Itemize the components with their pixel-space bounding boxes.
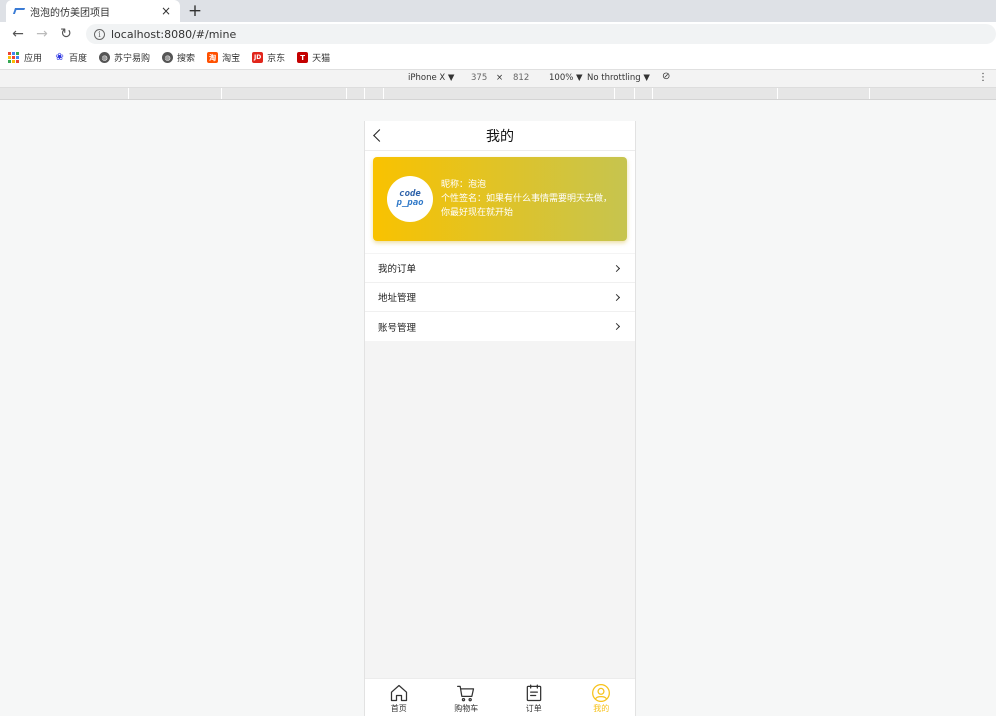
tab-label: 我的 bbox=[593, 704, 610, 713]
tab-label: 订单 bbox=[525, 704, 542, 713]
tab-cart[interactable]: 购物车 bbox=[433, 679, 501, 716]
tab-orders[interactable]: 订单 bbox=[500, 679, 568, 716]
bookmark-label: 京东 bbox=[267, 54, 286, 64]
bookmarks-bar: 应用 ❀ 百度 ◍ 苏宁易购 ◍ 搜索 淘 淘宝 JD 京东 T 天猫 bbox=[0, 46, 996, 70]
nickname: 昵称：泡泡 bbox=[441, 180, 487, 190]
profile-info: 昵称：泡泡 个性签名：如果有什么事情需要明天去做，你最好现在就开始 bbox=[441, 178, 615, 220]
bottom-tab-bar: 首页 购物车 订单 我的 bbox=[365, 678, 635, 716]
cart-icon bbox=[457, 685, 475, 702]
media-query-ruler[interactable] bbox=[0, 88, 996, 100]
bookmark-label: 百度 bbox=[69, 54, 88, 64]
device-width-input[interactable]: 375 bbox=[471, 73, 487, 83]
profile-section: code p_pao 昵称：泡泡 个性签名：如果有什么事情需要明天去做，你最好现… bbox=[365, 151, 635, 253]
menu-item-address[interactable]: 地址管理 bbox=[365, 283, 635, 312]
zoom-select[interactable]: 100% ▼ bbox=[549, 73, 583, 83]
home-icon bbox=[390, 684, 407, 702]
globe-icon: ◍ bbox=[162, 52, 174, 63]
site-info-icon[interactable]: i bbox=[94, 28, 105, 40]
mobile-viewport: 我的 code p_pao 昵称：泡泡 个性签名：如果有什么事情需要明天去做，你… bbox=[364, 121, 636, 716]
bookmark-search[interactable]: ◍ 搜索 bbox=[162, 51, 195, 64]
baidu-paw-icon: ❀ bbox=[55, 52, 64, 63]
dimension-times: × bbox=[496, 73, 504, 83]
bookmark-label: 应用 bbox=[24, 54, 43, 64]
tab-label: 首页 bbox=[390, 704, 407, 713]
device-select[interactable]: iPhone X ▼ bbox=[408, 73, 454, 83]
tab-home[interactable]: 首页 bbox=[365, 679, 433, 716]
bookmark-suning[interactable]: ◍ 苏宁易购 bbox=[99, 51, 150, 64]
new-tab-button[interactable]: + bbox=[186, 1, 204, 21]
jd-icon: JD bbox=[252, 52, 264, 63]
chevron-right-icon bbox=[612, 264, 621, 272]
menu-item-label: 我的订单 bbox=[378, 264, 417, 275]
menu-item-label: 地址管理 bbox=[378, 293, 417, 304]
bookmark-jd[interactable]: JD 京东 bbox=[252, 51, 285, 64]
bookmark-label: 天猫 bbox=[312, 54, 331, 64]
chevron-right-icon bbox=[612, 322, 621, 331]
menu-item-my-orders[interactable]: 我的订单 bbox=[365, 254, 635, 283]
browser-tab[interactable]: 泡泡的仿美团项目 × bbox=[6, 0, 180, 22]
bookmark-label: 搜索 bbox=[177, 54, 196, 64]
tmall-icon: T bbox=[297, 52, 309, 63]
bookmark-tmall[interactable]: T 天猫 bbox=[297, 51, 330, 64]
chevron-right-icon bbox=[612, 293, 621, 301]
order-list-icon bbox=[526, 684, 542, 702]
page-title: 我的 bbox=[486, 128, 514, 145]
bookmark-taobao[interactable]: 淘 淘宝 bbox=[207, 51, 240, 64]
tab-title: 泡泡的仿美团项目 bbox=[30, 7, 110, 19]
throttle-select[interactable]: No throttling ▼ bbox=[587, 73, 650, 83]
avatar[interactable]: code p_pao bbox=[387, 176, 433, 222]
menu-item-account[interactable]: 账号管理 bbox=[365, 312, 635, 341]
more-options-icon[interactable]: ⋮ bbox=[978, 72, 988, 83]
apps-grid-icon bbox=[8, 52, 19, 63]
back-arrow-icon[interactable]: ← bbox=[8, 24, 28, 44]
profile-card[interactable]: code p_pao 昵称：泡泡 个性签名：如果有什么事情需要明天去做，你最好现… bbox=[373, 157, 627, 241]
tab-label: 购物车 bbox=[454, 704, 479, 713]
bookmark-label: 淘宝 bbox=[222, 54, 241, 64]
reload-icon[interactable]: ↻ bbox=[56, 24, 76, 44]
bookmark-baidu[interactable]: ❀ 百度 bbox=[54, 51, 87, 64]
favicon-icon bbox=[12, 8, 26, 14]
device-toolbar: iPhone X ▼ 375 × 812 100% ▼ No throttlin… bbox=[0, 70, 996, 88]
globe-icon: ◍ bbox=[99, 52, 111, 63]
bookmark-apps[interactable]: 应用 bbox=[8, 51, 42, 64]
tab-mine[interactable]: 我的 bbox=[568, 679, 636, 716]
signature: 个性签名：如果有什么事情需要明天去做，你最好现在就开始 bbox=[441, 194, 613, 218]
app-header: 我的 bbox=[365, 121, 635, 151]
user-icon bbox=[592, 684, 611, 702]
url-text: localhost:8080/#/mine bbox=[111, 27, 237, 41]
address-bar: ← → ↻ i localhost:8080/#/mine bbox=[0, 22, 996, 46]
menu-item-label: 账号管理 bbox=[378, 322, 417, 334]
forward-arrow-icon[interactable]: → bbox=[32, 24, 52, 44]
back-chevron-icon[interactable] bbox=[373, 129, 386, 142]
rotate-icon[interactable]: ⊘ bbox=[662, 71, 670, 82]
url-input[interactable]: i localhost:8080/#/mine bbox=[86, 24, 996, 44]
tab-close-icon[interactable]: × bbox=[160, 4, 172, 18]
device-height-input[interactable]: 812 bbox=[513, 73, 529, 83]
menu-list: 我的订单 地址管理 账号管理 bbox=[365, 254, 635, 341]
taobao-icon: 淘 bbox=[207, 52, 219, 63]
avatar-logo-text: p_pao bbox=[396, 198, 424, 208]
bookmark-label: 苏宁易购 bbox=[114, 54, 151, 64]
browser-tab-strip: 泡泡的仿美团项目 × + bbox=[0, 0, 996, 22]
